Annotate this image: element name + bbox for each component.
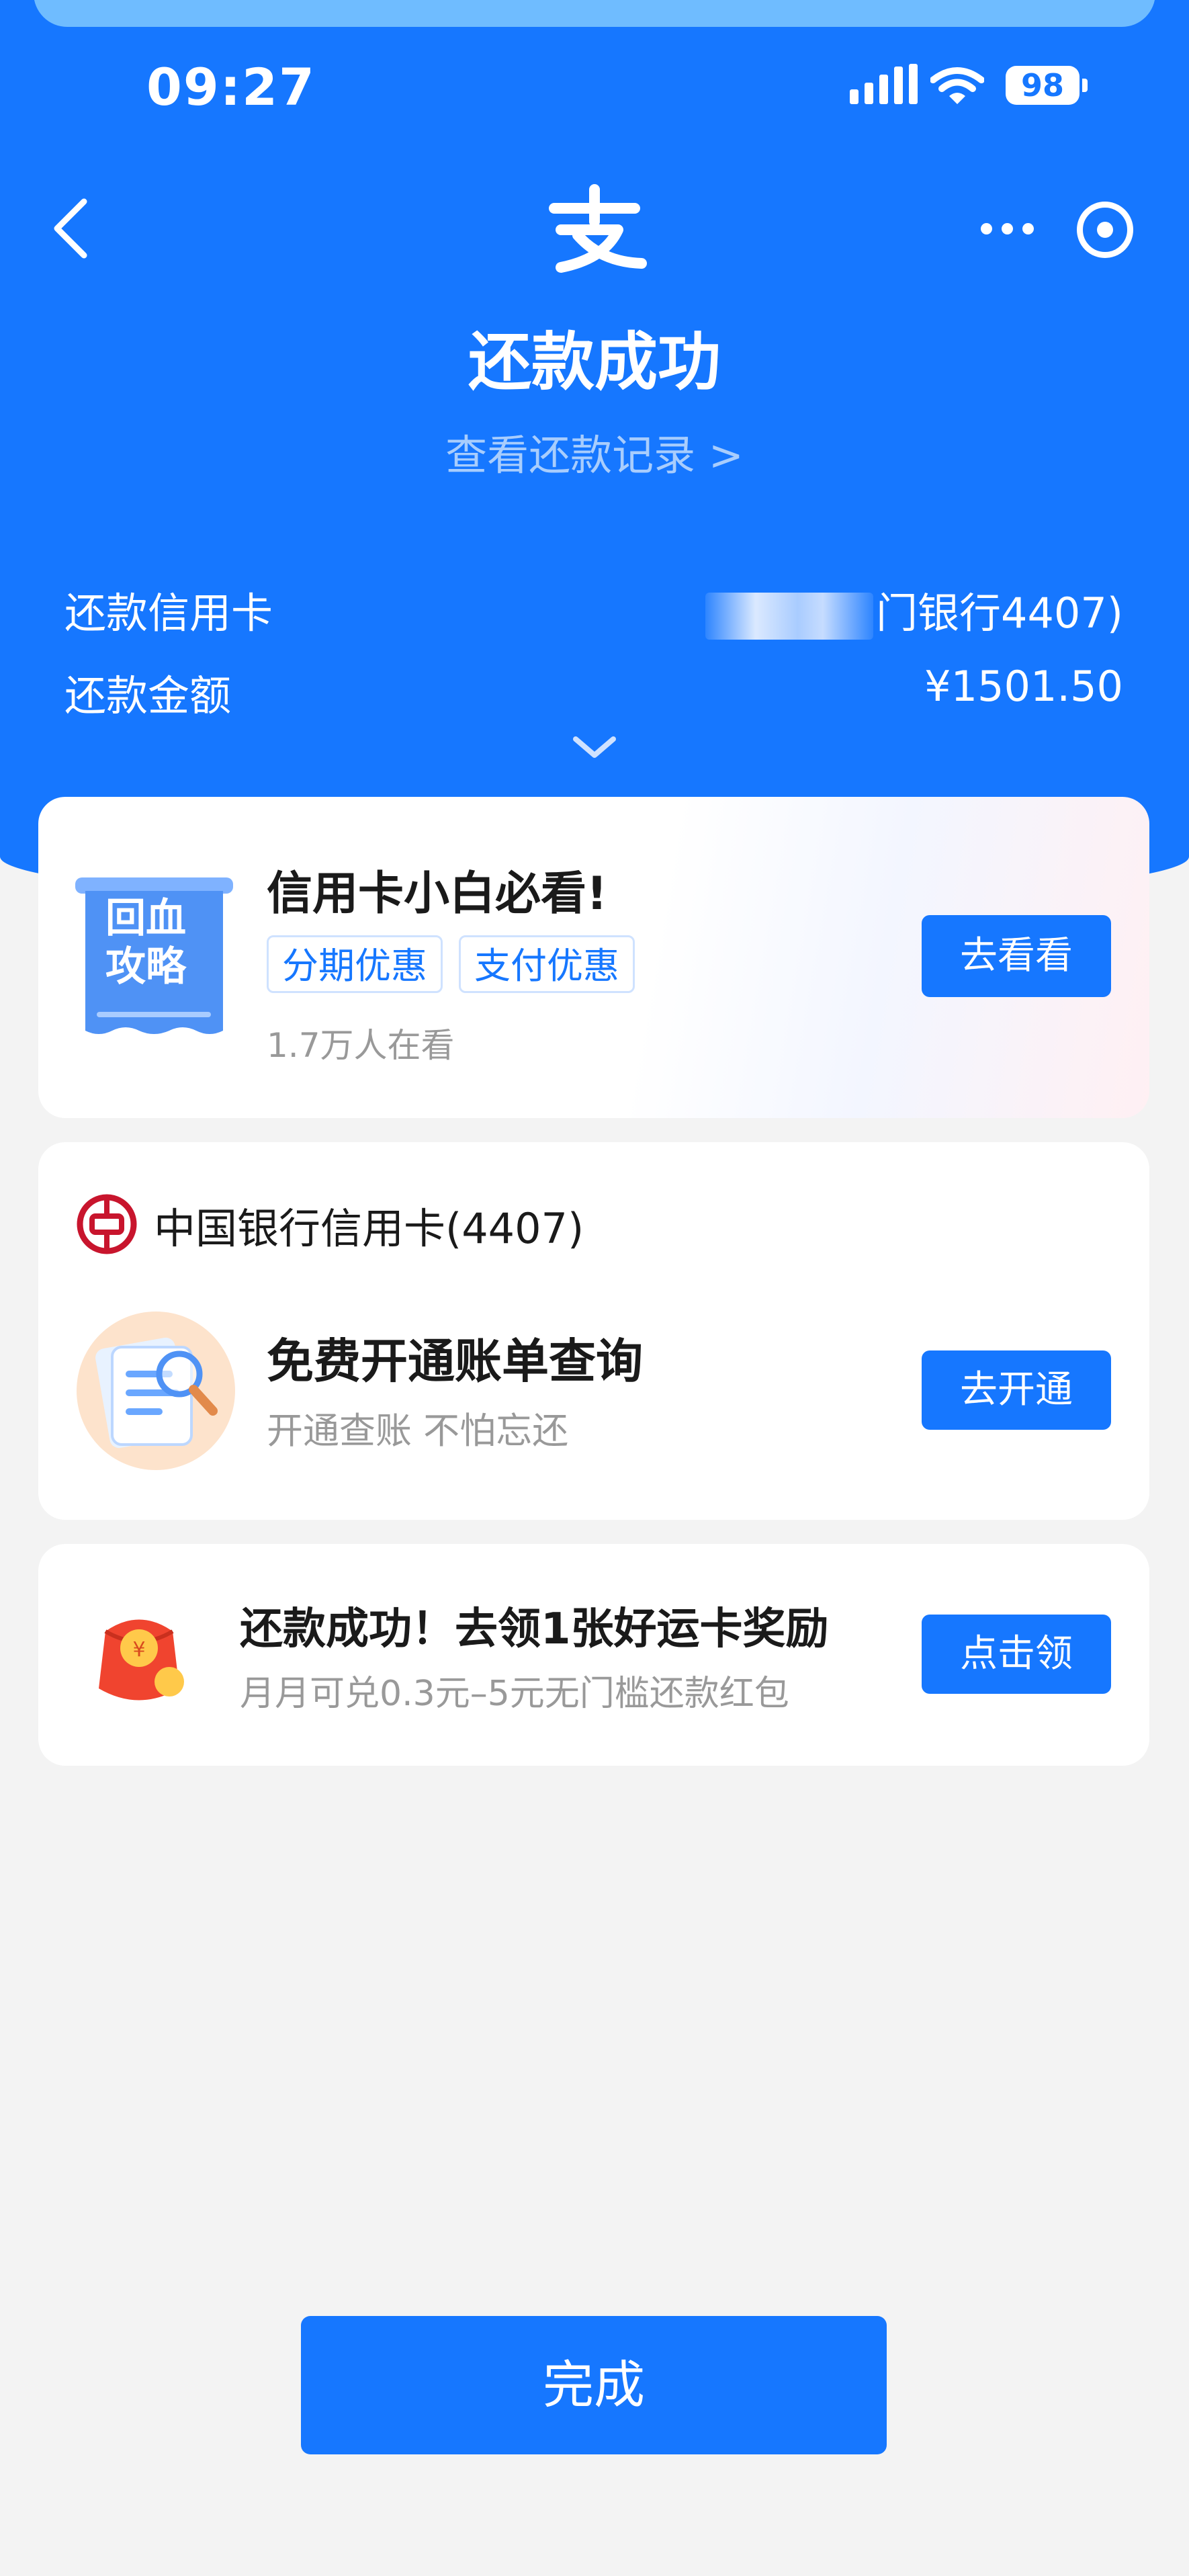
masked-card-name [705,592,874,640]
status-time: 09:27 [146,57,316,117]
activate-button[interactable]: 去开通 [922,1350,1111,1430]
bill-search-icon [77,1312,235,1470]
alipay-logo-icon [549,184,647,273]
battery-tip [1082,79,1088,92]
guide-card[interactable]: 回血 攻略 信用卡小白必看! 分期优惠 支付优惠 1.7万人在看 去看看 [38,797,1149,1118]
page-title: 还款成功 [468,326,721,399]
chevron-down-icon[interactable] [570,734,619,761]
bill-query-title: 免费开通账单查询 [267,1334,643,1389]
battery-indicator: 98 [1006,66,1080,105]
guide-badge-text: 回血 攻略 [105,895,186,990]
tag-payment: 支付优惠 [459,935,635,993]
bank-of-china-logo-icon [77,1194,137,1254]
view-record-link[interactable]: 查看还款记录 > [0,421,1189,482]
view-guide-button[interactable]: 去看看 [922,915,1111,997]
red-envelope-icon: ¥ [99,1619,184,1701]
reward-subtitle: 月月可兑0.3元–5元无门槛还款红包 [240,1674,789,1714]
card-value: 门银行4407) [705,579,1123,640]
done-button[interactable]: 完成 [301,2316,887,2454]
tag-installment: 分期优惠 [267,935,443,993]
reward-card: ¥ 还款成功！去领1张好运卡奖励 月月可兑0.3元–5元无门槛还款红包 点击领 [38,1544,1149,1766]
top-overlay-bar [34,0,1155,27]
bill-query-subtitle: 开通查账 不怕忘还 [267,1410,569,1452]
svg-text:¥: ¥ [132,1638,145,1662]
target-icon[interactable] [1077,202,1133,258]
bank-name: 中国银行信用卡(4407) [154,1204,584,1253]
claim-reward-button[interactable]: 点击领 [922,1615,1111,1694]
more-icon[interactable] [977,208,1038,249]
viewer-count: 1.7万人在看 [267,1026,455,1065]
card-label: 还款信用卡 [64,589,273,638]
wifi-icon [930,67,984,104]
back-arrow-icon[interactable] [47,195,94,262]
bank-card: 中国银行信用卡(4407) 免费开通账单查询 开通查账 不怕忘还 去开通 [38,1142,1149,1520]
amount-value: ¥1501.50 [924,662,1123,711]
guide-title: 信用卡小白必看! [267,867,608,920]
reward-title: 还款成功！去领1张好运卡奖励 [240,1604,829,1654]
amount-label: 还款金额 [64,671,232,720]
